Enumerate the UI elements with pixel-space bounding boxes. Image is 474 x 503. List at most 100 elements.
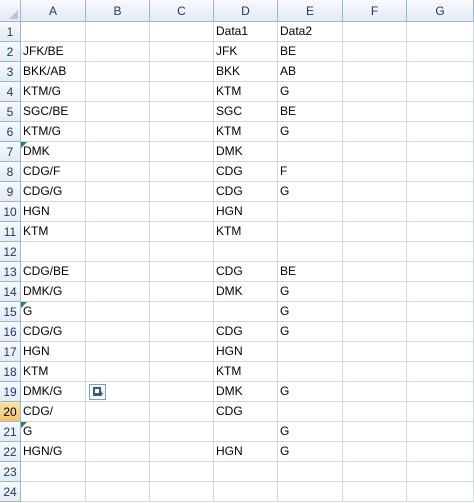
row-header-11[interactable]: 11 <box>0 222 21 242</box>
cell-f4[interactable] <box>343 82 407 102</box>
cell-c22[interactable] <box>150 442 214 462</box>
cell-b7[interactable] <box>86 142 150 162</box>
cell-f7[interactable] <box>343 142 407 162</box>
paste-options-icon[interactable]: + <box>89 384 106 400</box>
cell-f10[interactable] <box>343 202 407 222</box>
cell-c14[interactable] <box>150 282 214 302</box>
cell-a15[interactable]: G <box>21 302 86 322</box>
cell-g20[interactable] <box>407 402 474 422</box>
cell-g18[interactable] <box>407 362 474 382</box>
cell-d12[interactable] <box>214 242 278 262</box>
cell-d24[interactable] <box>214 482 278 502</box>
cell-e1[interactable]: Data2 <box>278 22 343 42</box>
row-header-12[interactable]: 12 <box>0 242 21 262</box>
cell-g1[interactable] <box>407 22 474 42</box>
row-header-17[interactable]: 17 <box>0 342 21 362</box>
cell-g4[interactable] <box>407 82 474 102</box>
cell-c9[interactable] <box>150 182 214 202</box>
cell-g6[interactable] <box>407 122 474 142</box>
cell-b8[interactable] <box>86 162 150 182</box>
cell-a5[interactable]: SGC/BE <box>21 102 86 122</box>
cell-g24[interactable] <box>407 482 474 502</box>
cell-e17[interactable] <box>278 342 343 362</box>
cell-c10[interactable] <box>150 202 214 222</box>
cell-a20[interactable]: CDG/ <box>21 402 86 422</box>
cell-a17[interactable]: HGN <box>21 342 86 362</box>
cell-g17[interactable] <box>407 342 474 362</box>
cell-f13[interactable] <box>343 262 407 282</box>
cell-b3[interactable] <box>86 62 150 82</box>
cell-d10[interactable]: HGN <box>214 202 278 222</box>
cell-d16[interactable]: CDG <box>214 322 278 342</box>
cell-d18[interactable]: KTM <box>214 362 278 382</box>
cell-b20[interactable] <box>86 402 150 422</box>
cell-c16[interactable] <box>150 322 214 342</box>
row-header-15[interactable]: 15 <box>0 302 21 322</box>
cell-d21[interactable] <box>214 422 278 442</box>
cell-e21[interactable]: G <box>278 422 343 442</box>
cell-f11[interactable] <box>343 222 407 242</box>
row-header-2[interactable]: 2 <box>0 42 21 62</box>
cell-b2[interactable] <box>86 42 150 62</box>
cell-f24[interactable] <box>343 482 407 502</box>
cell-b13[interactable] <box>86 262 150 282</box>
cell-g11[interactable] <box>407 222 474 242</box>
error-indicator-icon[interactable] <box>21 302 27 308</box>
cell-e2[interactable]: BE <box>278 42 343 62</box>
cell-a23[interactable] <box>21 462 86 482</box>
cell-c15[interactable] <box>150 302 214 322</box>
cell-f21[interactable] <box>343 422 407 442</box>
column-header-g[interactable]: G <box>407 0 474 22</box>
cell-e11[interactable] <box>278 222 343 242</box>
cell-a14[interactable]: DMK/G <box>21 282 86 302</box>
cell-e18[interactable] <box>278 362 343 382</box>
cell-c3[interactable] <box>150 62 214 82</box>
row-header-20[interactable]: 20 <box>0 402 21 422</box>
cell-g13[interactable] <box>407 262 474 282</box>
cell-a19[interactable]: DMK/G <box>21 382 86 402</box>
cell-a8[interactable]: CDG/F <box>21 162 86 182</box>
row-header-10[interactable]: 10 <box>0 202 21 222</box>
cell-a22[interactable]: HGN/G <box>21 442 86 462</box>
cell-d15[interactable] <box>214 302 278 322</box>
cell-g21[interactable] <box>407 422 474 442</box>
cell-e16[interactable]: G <box>278 322 343 342</box>
select-all-corner[interactable] <box>0 0 21 22</box>
cell-f17[interactable] <box>343 342 407 362</box>
error-indicator-icon[interactable] <box>21 422 27 428</box>
cell-f8[interactable] <box>343 162 407 182</box>
cell-f15[interactable] <box>343 302 407 322</box>
cell-e6[interactable]: G <box>278 122 343 142</box>
cell-f14[interactable] <box>343 282 407 302</box>
cell-e13[interactable]: BE <box>278 262 343 282</box>
row-header-5[interactable]: 5 <box>0 102 21 122</box>
cell-d6[interactable]: KTM <box>214 122 278 142</box>
cell-e5[interactable]: BE <box>278 102 343 122</box>
cell-g12[interactable] <box>407 242 474 262</box>
cell-d1[interactable]: Data1 <box>214 22 278 42</box>
cell-g19[interactable] <box>407 382 474 402</box>
cell-f19[interactable] <box>343 382 407 402</box>
spreadsheet-grid[interactable]: A B C D E F G 1 Data1 Data2 2 JFK/BE JFK BE 3 BKK/AB BKK… <box>0 0 474 503</box>
cell-g23[interactable] <box>407 462 474 482</box>
cell-e22[interactable]: G <box>278 442 343 462</box>
cell-b6[interactable] <box>86 122 150 142</box>
cell-e15[interactable]: G <box>278 302 343 322</box>
cell-c6[interactable] <box>150 122 214 142</box>
column-header-f[interactable]: F <box>343 0 407 22</box>
cell-b4[interactable] <box>86 82 150 102</box>
cell-a2[interactable]: JFK/BE <box>21 42 86 62</box>
cell-g14[interactable] <box>407 282 474 302</box>
cell-b14[interactable] <box>86 282 150 302</box>
cell-a3[interactable]: BKK/AB <box>21 62 86 82</box>
cell-e24[interactable] <box>278 482 343 502</box>
cell-f6[interactable] <box>343 122 407 142</box>
column-header-b[interactable]: B <box>86 0 150 22</box>
cell-a21[interactable]: G <box>21 422 86 442</box>
cell-f9[interactable] <box>343 182 407 202</box>
cell-d11[interactable]: KTM <box>214 222 278 242</box>
cell-d20[interactable]: CDG <box>214 402 278 422</box>
cell-d22[interactable]: HGN <box>214 442 278 462</box>
cell-c24[interactable] <box>150 482 214 502</box>
row-header-8[interactable]: 8 <box>0 162 21 182</box>
